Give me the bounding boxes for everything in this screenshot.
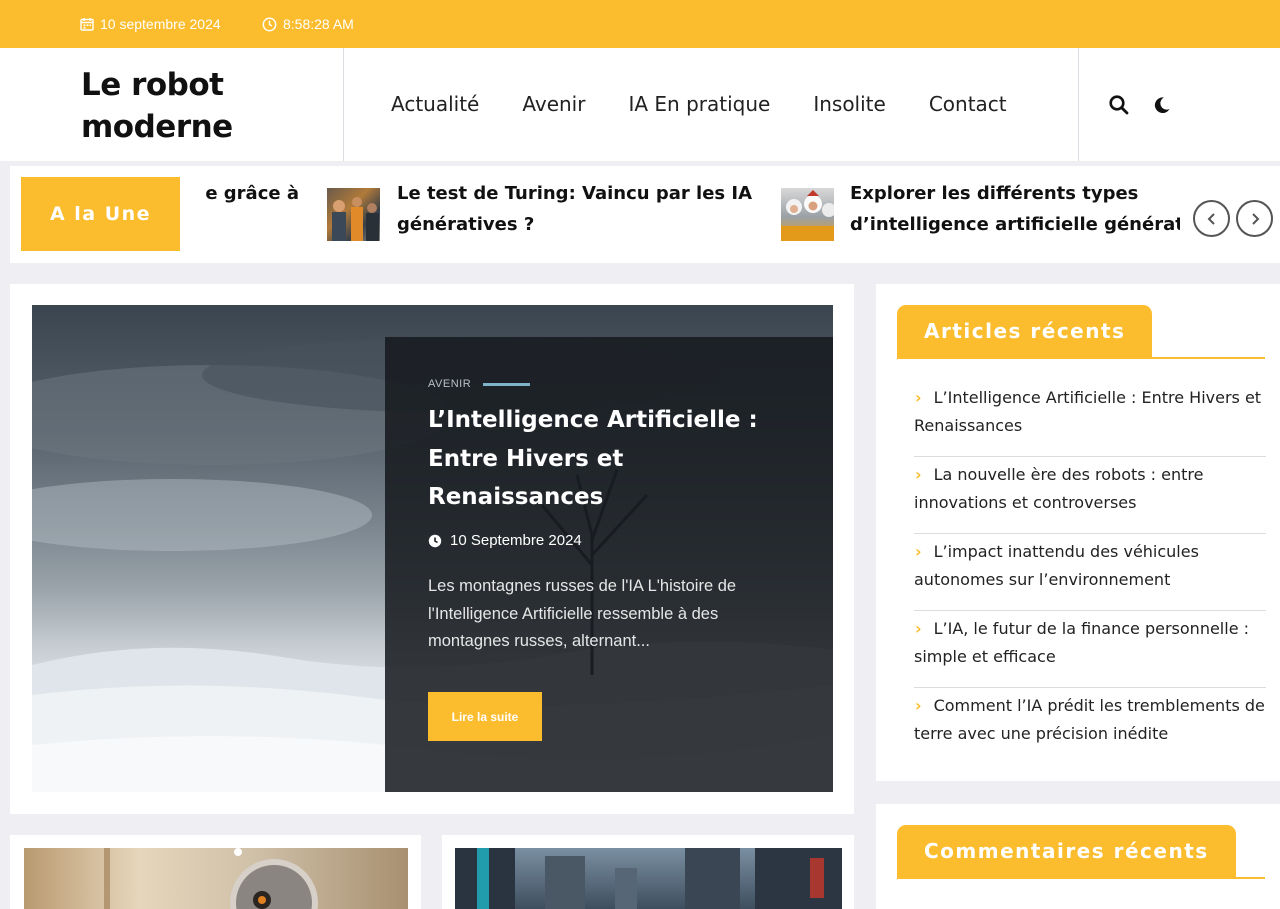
clock-icon xyxy=(428,534,442,547)
chevron-right-small-icon: › xyxy=(915,696,922,715)
dark-mode-toggle[interactable] xyxy=(1151,94,1173,116)
date-text: 10 septembre 2024 xyxy=(100,16,221,32)
main-nav: Actualité Avenir IA En pratique Insolite… xyxy=(391,92,1007,116)
recent-article-item[interactable]: › L’Intelligence Artificielle : Entre Hiv… xyxy=(914,380,1266,457)
chevron-right-small-icon: › xyxy=(915,388,922,407)
chevron-left-icon xyxy=(1207,212,1215,225)
featured-date: 10 Septembre 2024 xyxy=(428,532,582,549)
recent-article-title[interactable]: L’IA, le futur de la finance personnelle… xyxy=(914,619,1249,666)
ticker-thumbnail[interactable] xyxy=(781,188,836,241)
chevron-right-small-icon: › xyxy=(915,542,922,561)
ticker-item-title[interactable]: génératives ? xyxy=(397,209,534,240)
chevron-right-icon xyxy=(1251,212,1259,225)
ticker-label: A la Une xyxy=(21,177,180,251)
calendar-icon xyxy=(80,18,94,31)
recent-article-title[interactable]: L’impact inattendu des véhicules autonom… xyxy=(914,542,1199,589)
recent-article-title[interactable]: Comment l’IA prédit les tremblements de … xyxy=(914,696,1265,743)
featured-article[interactable]: AVENIR L’Intelligence Artificielle : Ent… xyxy=(32,305,833,792)
moon-icon xyxy=(1154,97,1170,113)
chevron-right-small-icon: › xyxy=(915,465,922,484)
category-underline xyxy=(483,382,531,386)
ticker-item-title[interactable]: e grâce à xyxy=(203,178,299,209)
featured-category[interactable]: AVENIR xyxy=(428,378,531,390)
search-icon xyxy=(1109,95,1129,115)
recent-article-item[interactable]: › L’impact inattendu des véhicules autono… xyxy=(914,534,1266,611)
search-button[interactable] xyxy=(1108,94,1130,116)
recent-article-item[interactable]: › L’IA, le futur de la finance personnell… xyxy=(914,611,1266,688)
ticker-item-title[interactable]: Le test de Turing: Vaincu par les IA xyxy=(397,178,752,209)
ticker-item-title[interactable]: d’intelligence artificielle générative xyxy=(850,209,1180,240)
article-thumbnail[interactable] xyxy=(455,848,842,909)
top-bar: 10 septembre 2024 8:58:28 AM xyxy=(0,0,1280,48)
featured-title[interactable]: L’Intelligence Artificielle : Entre Hive… xyxy=(428,401,768,517)
topbar-time: 8:58:28 AM xyxy=(262,16,354,32)
widget-title: Articles récents xyxy=(897,305,1153,357)
recent-article-item[interactable]: › La nouvelle ère des robots : entre inno… xyxy=(914,457,1266,534)
recent-articles-list: › L’Intelligence Artificielle : Entre Hiv… xyxy=(914,380,1266,765)
recent-article-item[interactable]: › Comment l’IA prédit les tremblements de… xyxy=(914,688,1266,765)
ticker-next-button[interactable] xyxy=(1236,200,1273,237)
recent-article-title[interactable]: L’Intelligence Artificielle : Entre Hive… xyxy=(914,388,1261,435)
ticker-thumbnail[interactable] xyxy=(327,188,380,241)
nav-item-actualite[interactable]: Actualité xyxy=(391,92,479,116)
nav-item-avenir[interactable]: Avenir xyxy=(522,92,585,116)
recent-articles-widget: Articles récents › L’Intelligence Artific… xyxy=(876,284,1280,781)
nav-item-ia-en-pratique[interactable]: IA En pratique xyxy=(628,92,770,116)
header-divider xyxy=(343,48,344,161)
widget-title-underline xyxy=(897,877,1265,879)
site-logo[interactable]: Le robot moderne xyxy=(81,64,301,148)
chevron-right-small-icon: › xyxy=(915,619,922,638)
recent-comments-widget: Commentaires récents xyxy=(876,804,1280,909)
time-text: 8:58:28 AM xyxy=(283,16,354,32)
nav-item-insolite[interactable]: Insolite xyxy=(813,92,886,116)
ticker-item-title[interactable]: Explorer les différents types xyxy=(850,178,1180,209)
featured-overlay: AVENIR L’Intelligence Artificielle : Ent… xyxy=(385,337,833,792)
site-header: Le robot moderne Actualité Avenir IA En … xyxy=(0,48,1280,161)
news-ticker: A la Une e grâce à Le test de Turing: Va… xyxy=(10,166,1280,263)
header-divider-right xyxy=(1078,48,1079,161)
ticker-prev-button[interactable] xyxy=(1193,200,1230,237)
article-thumbnail[interactable] xyxy=(24,848,408,909)
widget-title: Commentaires récents xyxy=(897,825,1236,877)
topbar-date: 10 septembre 2024 xyxy=(80,16,221,32)
recent-article-title[interactable]: La nouvelle ère des robots : entre innov… xyxy=(914,465,1203,512)
widget-title-underline xyxy=(897,357,1265,359)
category-label[interactable]: AVENIR xyxy=(428,378,471,390)
nav-item-contact[interactable]: Contact xyxy=(929,92,1007,116)
date-text: 10 Septembre 2024 xyxy=(450,532,582,549)
read-more-button[interactable]: Lire la suite xyxy=(428,692,542,741)
clock-icon xyxy=(262,17,277,31)
featured-excerpt: Les montagnes russes de l'IA L'histoire … xyxy=(428,577,737,650)
